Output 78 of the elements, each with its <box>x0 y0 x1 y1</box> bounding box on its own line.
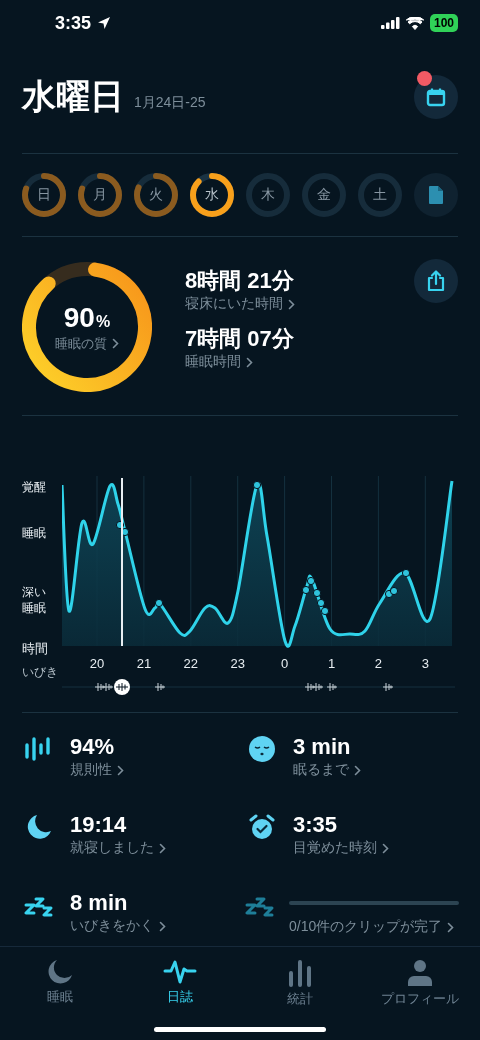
axis-label: いびき <box>22 664 59 681</box>
share-button[interactable] <box>414 259 458 303</box>
axis-tick: 23 <box>230 656 245 671</box>
day-ring[interactable]: 土 <box>358 173 402 217</box>
snore-marker-icon[interactable] <box>312 682 324 692</box>
chevron-icon <box>117 764 124 776</box>
battery-level: 100 <box>429 14 458 32</box>
day-ring[interactable]: 金 <box>302 173 346 217</box>
duration-value: 7時間 07分 <box>185 325 295 353</box>
calendar-icon <box>426 86 446 107</box>
axis-tick: 22 <box>183 656 199 671</box>
metric-value: 94% <box>70 733 116 761</box>
axis-tick: 2 <box>374 656 382 671</box>
snore-marker-icon[interactable] <box>326 682 338 692</box>
axis-tick: 3 <box>421 656 429 671</box>
tab[interactable]: 日誌 <box>120 947 240 1015</box>
snore-marker-icon[interactable] <box>382 682 394 692</box>
duration-label[interactable]: 寝床にいた時間 <box>185 295 283 313</box>
report-button[interactable] <box>414 173 458 217</box>
metric-value: 19:14 <box>70 811 128 839</box>
metric-label[interactable]: 目覚めた時刻 <box>293 839 377 857</box>
axis-label: 深い睡眠 <box>22 584 46 617</box>
signal-icon <box>380 17 400 29</box>
chevron-icon <box>288 298 295 310</box>
wifi-icon <box>405 16 424 30</box>
day-ring[interactable]: 日 <box>22 173 66 217</box>
moon-icon <box>25 813 53 841</box>
bar-chart-icon <box>287 959 313 987</box>
metric-label[interactable]: 眠るまで <box>293 761 349 779</box>
day-ring[interactable]: 木 <box>246 173 290 217</box>
duration-label[interactable]: 睡眠時間 <box>185 353 241 371</box>
share-icon <box>426 270 446 292</box>
day-title: 水曜日 <box>22 75 124 117</box>
snore-marker-icon[interactable] <box>154 682 166 692</box>
moon-icon <box>47 959 73 985</box>
chevron-icon <box>159 920 166 932</box>
axis-tick: 21 <box>136 656 152 671</box>
wave-icon <box>163 959 197 985</box>
chevron-icon <box>447 921 455 933</box>
duration-value: 8時間 21分 <box>185 267 295 295</box>
quality-label[interactable]: 睡眠の質 <box>55 334 107 353</box>
tab[interactable]: プロフィール <box>360 947 480 1015</box>
chevron-icon <box>246 356 253 368</box>
axis-tick: 0 <box>281 656 289 671</box>
chevron-icon <box>382 842 389 854</box>
metric-label[interactable]: いびきをかく <box>70 917 154 935</box>
alarm-clock-icon <box>248 813 276 841</box>
day-ring[interactable]: 水 <box>190 173 234 217</box>
date-range: 1月24日-25 <box>134 93 206 112</box>
axis-label: 時間 <box>22 640 49 658</box>
metric-label[interactable]: 0/10件のクリップが完了 <box>289 918 443 936</box>
metric-value: 3 min <box>293 733 352 761</box>
calendar-button[interactable] <box>414 74 458 119</box>
snore-marker-icon[interactable] <box>94 682 106 692</box>
person-icon <box>407 959 433 987</box>
tab[interactable]: 統計 <box>240 947 360 1015</box>
quality-score: 90% <box>63 301 111 334</box>
snore-marker-icon[interactable] <box>102 682 114 692</box>
metric-label[interactable]: 規則性 <box>70 761 112 779</box>
metric-label[interactable]: 就寝しました <box>70 839 154 857</box>
snore-marker-icon[interactable] <box>304 682 316 692</box>
axis-label: 覚醒 <box>22 479 47 496</box>
document-icon <box>428 185 444 205</box>
axis-tick: 20 <box>89 656 105 671</box>
sleepy-face-icon <box>248 735 276 763</box>
day-ring[interactable]: 月 <box>78 173 122 217</box>
chevron-icon <box>159 842 166 854</box>
axis-label: 睡眠 <box>22 525 47 542</box>
chevron-icon <box>354 764 361 776</box>
clock-time: 3:35 <box>55 12 92 34</box>
tab[interactable]: 睡眠 <box>0 947 120 1015</box>
axis-tick: 1 <box>327 656 336 671</box>
metric-value: 3:35 <box>293 811 339 839</box>
metric-value: 8 min <box>70 889 129 917</box>
location-arrow-icon <box>97 16 112 30</box>
chevron-icon <box>112 338 119 349</box>
snore-play-marker[interactable] <box>114 679 130 695</box>
day-ring[interactable]: 火 <box>134 173 178 217</box>
